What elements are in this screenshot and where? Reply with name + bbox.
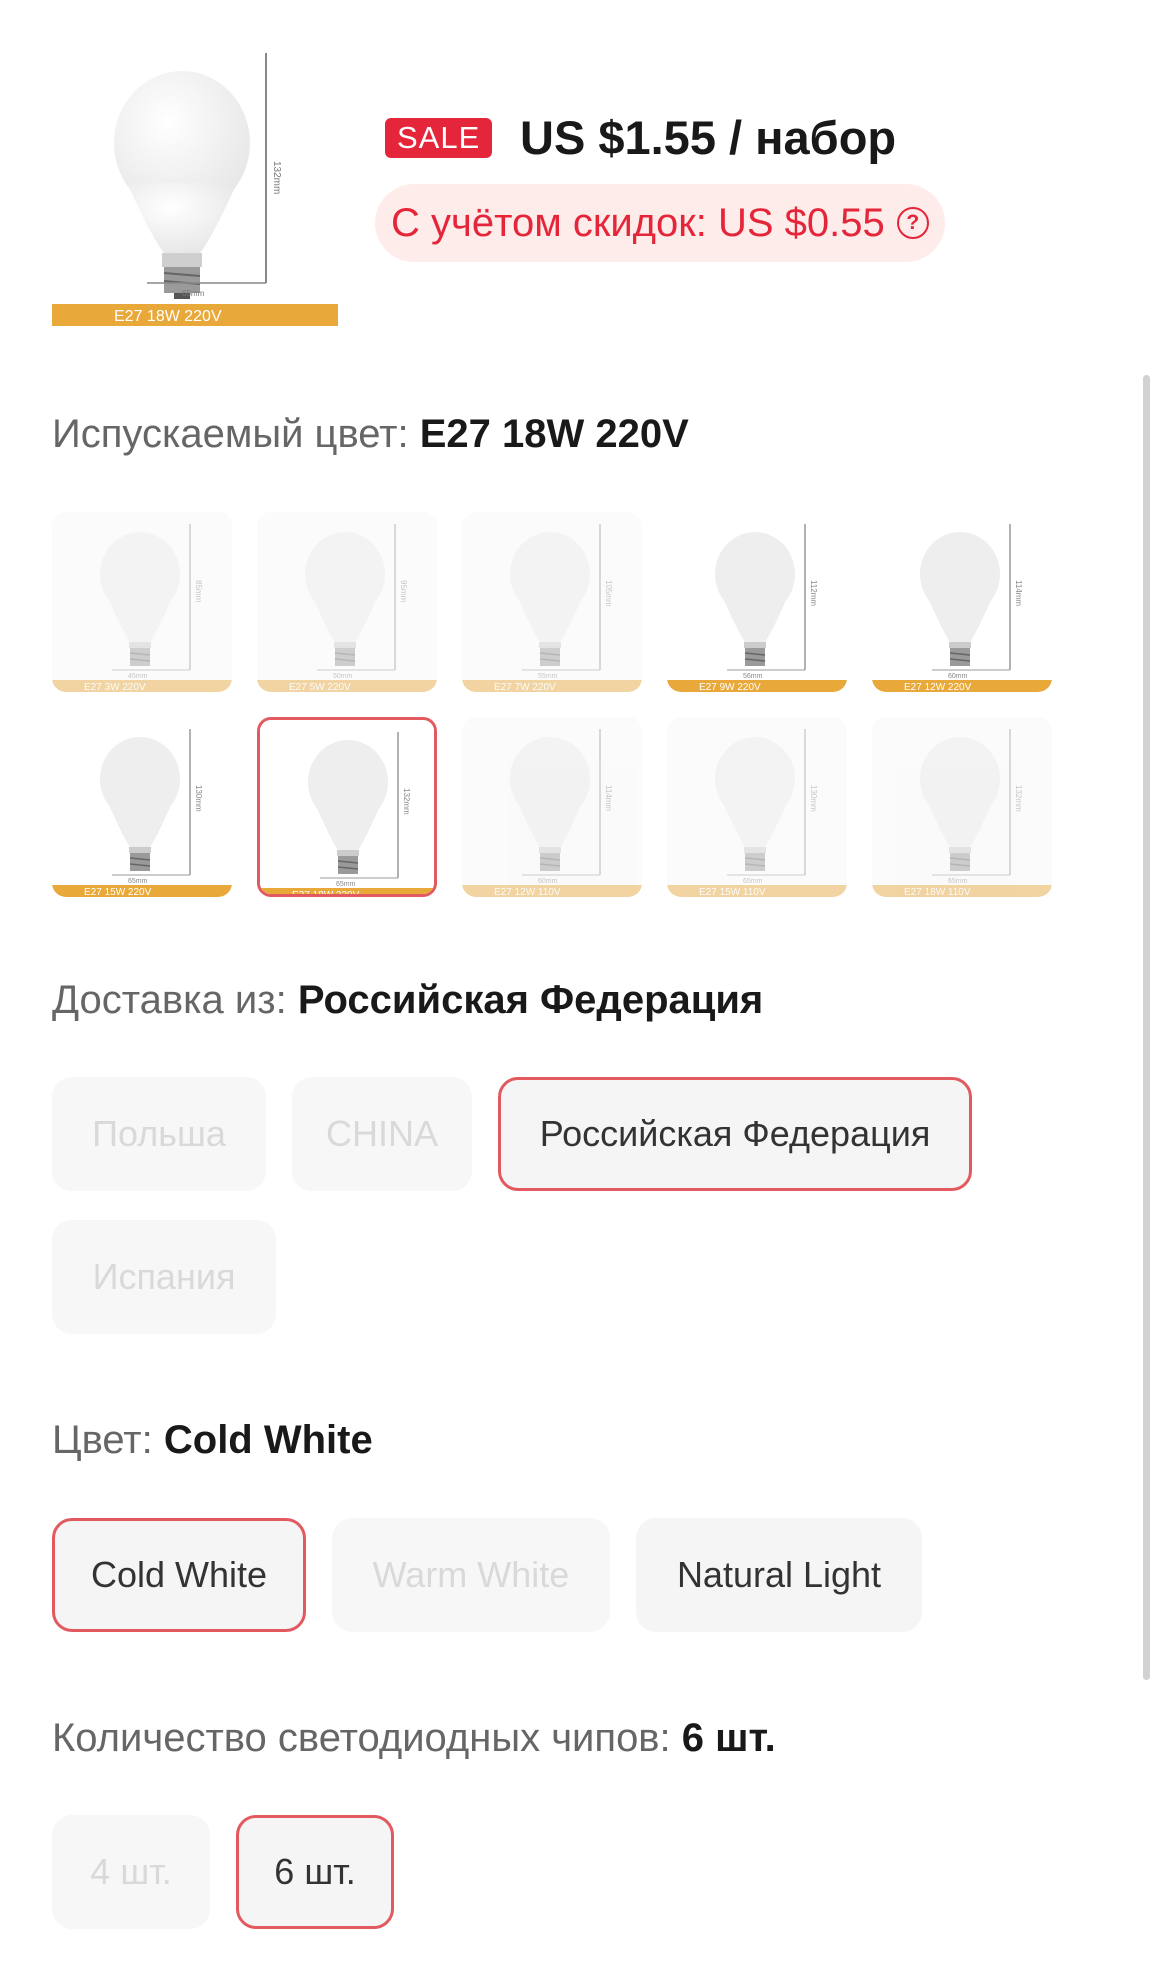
scrollbar[interactable] (1143, 375, 1150, 1680)
sale-badge: SALE (385, 118, 493, 158)
thumb-caption: E27 9W 220V (699, 682, 761, 692)
color-option-warm-white[interactable]: Warm White (332, 1518, 610, 1632)
thumb-width-label: 56mm (743, 673, 763, 680)
bulb-thumbnail: 65mm 132mm E27 18W 220V (260, 720, 434, 897)
bulb-thumbnail: 55mm 105mm E27 7W 220V (462, 512, 642, 692)
bulb-thumbnail: 65mm 130mm E27 15W 110V (667, 717, 847, 897)
light-color-label-text: Цвет: (52, 1418, 153, 1462)
thumb-width-label: 65mm (336, 881, 356, 888)
thumb-width-label: 60mm (948, 673, 968, 680)
product-price: US $1.55 / набор (520, 111, 897, 164)
emitted-color-label-text: Испускаемый цвет: (52, 412, 409, 456)
ship-from-label: Доставка из: Российская Федерация (52, 978, 763, 1023)
thumb-height-label: 112mm (809, 580, 818, 606)
ship-option-russia[interactable]: Российская Федерация (498, 1077, 972, 1191)
emitted-color-option[interactable]: 56mm 112mm E27 9W 220V (667, 512, 847, 692)
thumb-height-label: 114mm (1014, 580, 1023, 606)
thumb-height-label: 95mm (399, 580, 408, 603)
thumb-height-label: 130mm (809, 785, 818, 812)
product-header: 132mm 65mm E27 18W 220V SALE US $1.55 / … (52, 48, 1112, 328)
thumb-caption: E27 12W 110V (494, 887, 561, 897)
ship-from-label-text: Доставка из: (52, 978, 287, 1022)
thumb-width-label: 65mm (743, 878, 763, 885)
help-icon[interactable]: ? (896, 207, 929, 239)
bulb-thumbnail: 45mm 85mm E27 3W 220V (52, 512, 232, 692)
led-option-6[interactable]: 6 шт. (236, 1815, 394, 1929)
thumb-caption: E27 12W 220V (904, 682, 972, 692)
emitted-color-option[interactable]: 45mm 85mm E27 3W 220V (52, 512, 232, 692)
emitted-color-option[interactable]: 60mm 114mm E27 12W 220V (872, 512, 1052, 692)
emitted-color-option[interactable]: 65mm 130mm E27 15W 110V (667, 717, 847, 897)
thumb-height-label: 114mm (604, 785, 613, 811)
discount-price-pill[interactable]: С учётом скидок: US $0.55 ? (375, 184, 945, 262)
led-chips-label: Количество светодиодных чипов: 6 шт. (52, 1716, 776, 1761)
thumb-caption: E27 3W 220V (84, 682, 146, 692)
thumb-height-label: 132mm (402, 788, 411, 815)
thumb-width-label: 65mm (128, 878, 148, 885)
thumb-caption: E27 15W 220V (84, 887, 152, 897)
ship-from-selected: Российская Федерация (297, 978, 764, 1022)
thumb-width-label: 60mm (538, 878, 558, 885)
main-product-image[interactable]: 132mm 65mm E27 18W 220V (52, 48, 338, 326)
emitted-color-option[interactable]: 65mm 132mm E27 18W 220V (257, 717, 437, 897)
main-image-caption: E27 18W 220V (114, 308, 222, 325)
thumb-width-label: 45mm (128, 673, 148, 680)
main-image-width: 65mm (182, 289, 205, 298)
thumb-caption: E27 18W 220V (292, 890, 360, 897)
thumb-caption: E27 7W 220V (494, 682, 556, 692)
thumb-width-label: 55mm (538, 673, 558, 680)
thumb-caption: E27 5W 220V (289, 682, 351, 692)
led-chips-selected: 6 шт. (681, 1716, 776, 1760)
emitted-color-option[interactable]: 65mm 130mm E27 15W 220V (52, 717, 232, 897)
thumb-height-label: 85mm (194, 580, 203, 603)
ship-option-china[interactable]: CHINA (292, 1077, 472, 1191)
emitted-color-label: Испускаемый цвет: E27 18W 220V (52, 412, 689, 457)
emitted-color-option[interactable]: 65mm 132mm E27 18W 110V (872, 717, 1052, 897)
thumb-height-label: 130mm (194, 785, 203, 812)
light-color-selected: Cold White (163, 1418, 373, 1462)
bulb-thumbnail: 65mm 130mm E27 15W 220V (52, 717, 232, 897)
thumb-caption: E27 18W 110V (904, 887, 971, 897)
bulb-thumbnail: 60mm 114mm E27 12W 110V (462, 717, 642, 897)
thumb-height-label: 105mm (604, 580, 613, 607)
emitted-color-option[interactable]: 50mm 95mm E27 5W 220V (257, 512, 437, 692)
thumb-width-label: 65mm (948, 878, 968, 885)
thumb-width-label: 50mm (333, 673, 353, 680)
bulb-thumbnail: 56mm 112mm E27 9W 220V (667, 512, 847, 692)
bulb-thumbnail: 60mm 114mm E27 12W 220V (872, 512, 1052, 692)
color-option-cold-white[interactable]: Cold White (52, 1518, 306, 1632)
led-option-4[interactable]: 4 шт. (52, 1815, 210, 1929)
bulb-thumbnail: 65mm 132mm E27 18W 110V (872, 717, 1052, 897)
light-color-label: Цвет: Cold White (52, 1418, 373, 1463)
bulb-thumbnail: 50mm 95mm E27 5W 220V (257, 512, 437, 692)
main-image-height: 132mm (271, 161, 282, 194)
emitted-color-option[interactable]: 60mm 114mm E27 12W 110V (462, 717, 642, 897)
color-option-natural-light[interactable]: Natural Light (636, 1518, 922, 1632)
ship-option-poland[interactable]: Польша (52, 1077, 266, 1191)
emitted-color-selected: E27 18W 220V (419, 412, 689, 456)
thumb-height-label: 132mm (1014, 785, 1023, 812)
discount-price-text: С учётом скидок: US $0.55 (391, 201, 885, 245)
ship-option-spain[interactable]: Испания (52, 1220, 276, 1334)
led-chips-label-text: Количество светодиодных чипов: (52, 1716, 671, 1760)
thumb-caption: E27 15W 110V (699, 887, 766, 897)
emitted-color-option[interactable]: 55mm 105mm E27 7W 220V (462, 512, 642, 692)
